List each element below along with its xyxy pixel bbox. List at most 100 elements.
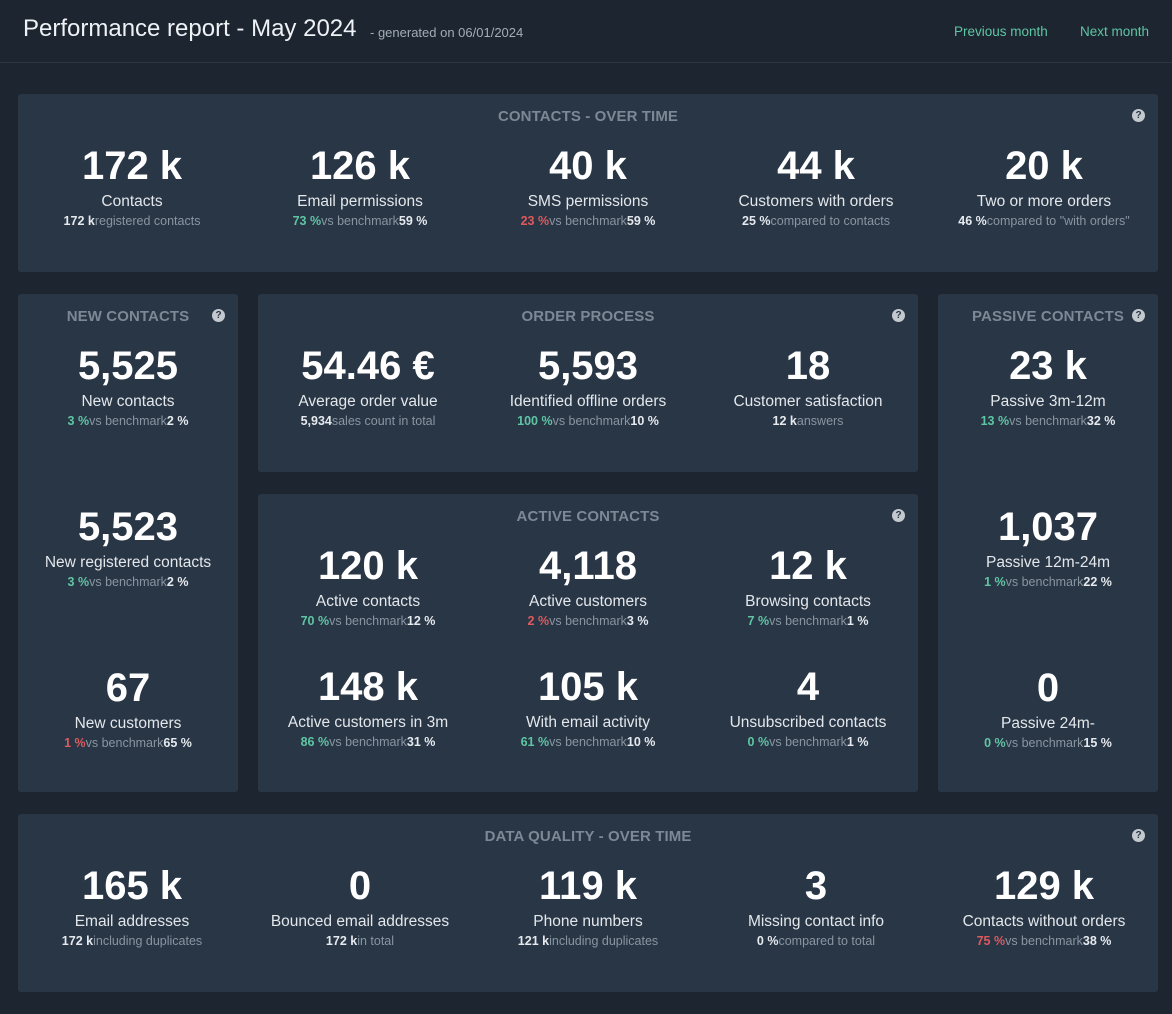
metric-value: 3 [804,864,828,908]
previous-month-link[interactable]: Previous month [954,24,1048,39]
metric-sub: 172 kregistered contacts [64,214,201,229]
metric-value: 165 k [81,864,183,908]
help-icon[interactable]: ? [1132,109,1145,122]
sub-text: including duplicates [93,934,203,948]
sub-primary: 1 % [984,575,1006,589]
help-icon[interactable]: ? [1132,829,1145,842]
sub-text: answers [796,414,844,428]
metric-value: 12 k [769,544,847,588]
sub-secondary: 38 % [1082,934,1112,948]
sub-primary: 13 % [980,414,1010,428]
card-title: PASSIVE CONTACTS [972,308,1124,325]
metric-sub: 1 %vs benchmark65 % [64,736,192,751]
card-title: CONTACTS - OVER TIME [497,108,679,125]
sub-text: sales count in total [331,414,436,428]
metric-value: 0 [1036,666,1060,710]
sub-primary: 2 % [527,614,550,628]
metric-value: 5,523 [77,505,179,549]
metric-label: Contacts [101,193,163,210]
metric-sub: 0 %vs benchmark15 % [984,736,1112,751]
metric-sub: 7 %vs benchmark1 % [745,614,871,629]
metric-phone-numbers: 119 k Phone numbers 121 kincluding dupli… [518,863,658,949]
metric-unsubscribed-contacts: 4 Unsubscribed contacts 0 %vs benchmark1… [730,664,887,750]
help-icon[interactable]: ? [892,509,905,522]
metric-value: 20 k [1005,144,1083,188]
metric-label: With email activity [525,714,651,731]
card-title: ORDER PROCESS [521,308,655,325]
metric-value: 5,525 [77,344,179,388]
metric-value: 1,037 [997,505,1099,549]
sub-primary: 3 % [67,575,90,589]
metric-label: Passive 3m-12m [990,393,1106,410]
card-title: NEW CONTACTS [66,308,190,325]
sub-primary: 172 k [325,934,358,948]
metric-label: Active contacts [315,593,421,610]
metric-new-registered-contacts: 5,523 New registered contacts 3 %vs benc… [45,504,211,590]
card-title: DATA QUALITY - OVER TIME [484,828,692,845]
sub-text: compared to "with orders" [986,214,1130,228]
metric-sub: 3 %vs benchmark2 % [45,575,211,590]
metric-value: 0 [348,864,372,908]
help-icon[interactable]: ? [1132,309,1145,322]
sub-secondary: 10 % [630,414,659,428]
sub-primary: 0 % [756,934,779,948]
order-process-card: ORDER PROCESS ? 54.46 € Average order va… [258,294,918,472]
metric-value: 126 k [309,144,411,188]
metric-email-permissions: 126 k Email permissions 73 %vs benchmark… [293,143,428,229]
new-contacts-card: NEW CONTACTS ? 5,525 New contacts 3 %vs … [18,294,238,792]
metric-sub: 3 %vs benchmark2 % [68,414,189,429]
sub-primary: 61 % [520,735,550,749]
metric-sub: 172 kin total [271,934,449,949]
sub-text: vs benchmark [1005,575,1084,589]
metric-label: Active customers in 3m [287,714,449,731]
metric-label: Contacts without orders [962,913,1126,930]
help-icon[interactable]: ? [212,309,225,322]
metric-sub: 121 kincluding duplicates [518,934,658,949]
sub-primary: 75 % [976,934,1006,948]
sub-text: vs benchmark [549,735,627,749]
sub-primary: 172 k [61,934,94,948]
passive-contacts-card: PASSIVE CONTACTS ? 23 k Passive 3m-12m 1… [938,294,1158,792]
sub-text: vs benchmark [1005,934,1083,948]
sub-primary: 70 % [300,614,330,628]
generated-date: - generated on 06/01/2024 [370,25,524,40]
metric-sub: 61 %vs benchmark10 % [521,735,656,750]
data-quality-card: DATA QUALITY - OVER TIME ? 165 k Email a… [18,814,1158,992]
help-icon[interactable]: ? [892,309,905,322]
metric-customer-satisfaction: 18 Customer satisfaction 12 kanswers [733,343,882,429]
sub-primary: 25 % [741,214,771,228]
metric-value: 23 k [1009,344,1087,388]
metric-value: 4 [796,665,820,709]
metric-contacts: 172 k Contacts 172 kregistered contacts [64,143,201,229]
metric-browsing-contacts: 12 k Browsing contacts 7 %vs benchmark1 … [745,543,871,629]
sub-secondary: 2 % [166,414,189,428]
metric-new-customers: 67 New customers 1 %vs benchmark65 % [64,665,192,751]
sub-secondary: 15 % [1083,736,1112,750]
metric-label: Passive 24m- [1001,715,1095,732]
metric-label: Customers with orders [738,193,894,210]
metric-sub: 2 %vs benchmark3 % [528,614,649,629]
metric-label: New contacts [81,393,175,410]
next-month-link[interactable]: Next month [1080,24,1149,39]
metric-sub: 0 %vs benchmark1 % [730,735,887,750]
sub-secondary: 59 % [626,214,656,228]
sub-primary: 121 k [517,934,550,948]
metric-value: 67 [105,666,151,710]
sub-text: in total [357,934,395,948]
sub-primary: 46 % [958,214,987,228]
metric-sub: 86 %vs benchmark31 % [288,735,448,750]
metric-passive-3m-12m: 23 k Passive 3m-12m 13 %vs benchmark32 % [981,343,1116,429]
metric-value: 4,118 [539,544,637,588]
metric-sms-permissions: 40 k SMS permissions 23 %vs benchmark59 … [521,143,656,229]
sub-primary: 5,934 [300,414,332,428]
metric-sub: 70 %vs benchmark12 % [301,614,436,629]
metric-sub: 100 %vs benchmark10 % [510,414,667,429]
report-header: Performance report - May 2024 - generate… [0,0,1172,63]
sub-secondary: 1 % [846,614,869,628]
metric-identified-offline-orders: 5,593 Identified offline orders 100 %vs … [510,343,667,429]
sub-text: registered contacts [94,214,201,228]
metric-label: Unsubscribed contacts [729,714,887,731]
sub-text: vs benchmark [89,414,167,428]
active-contacts-card: ACTIVE CONTACTS ? 120 k Active contacts … [258,494,918,792]
metric-sub: 23 %vs benchmark59 % [521,214,656,229]
